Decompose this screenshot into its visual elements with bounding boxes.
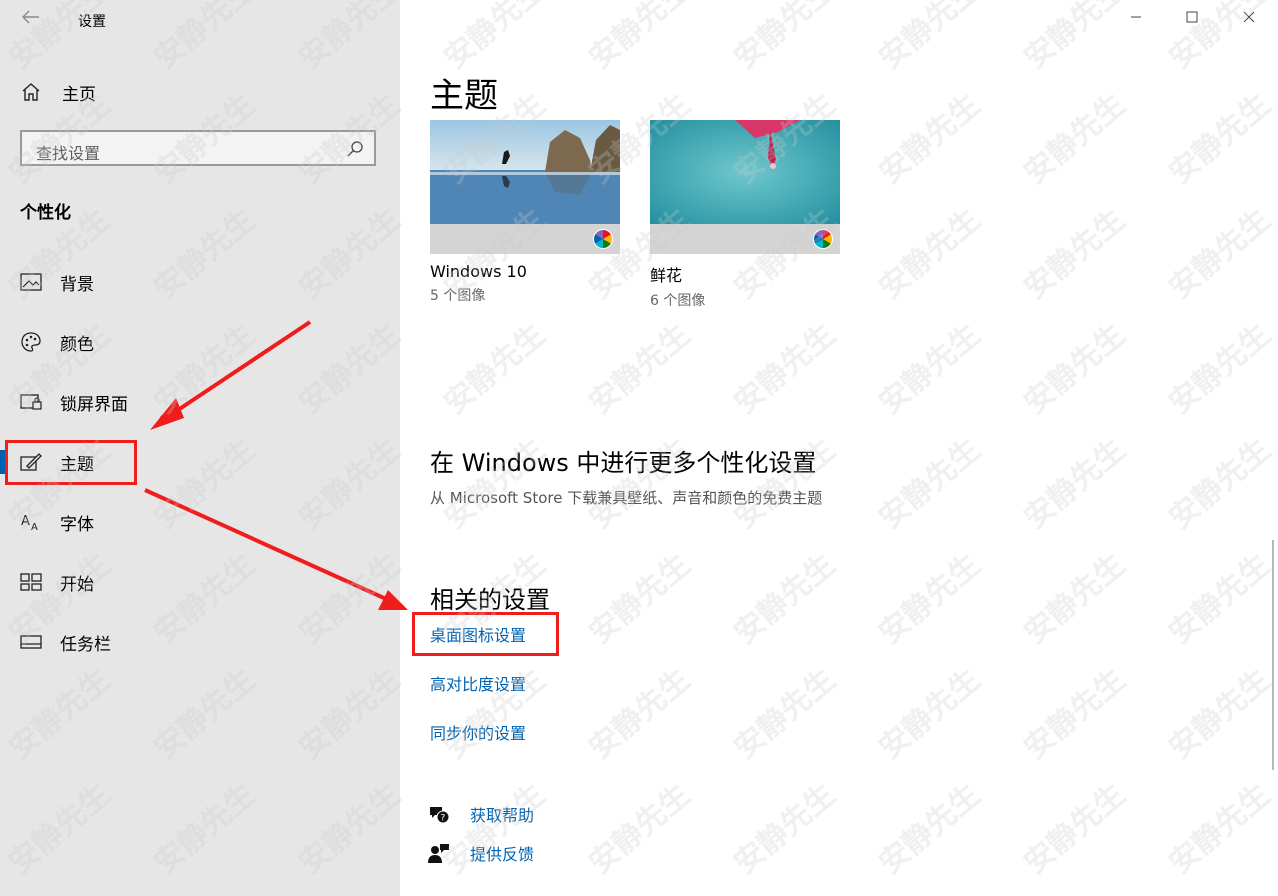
arrow-to-desktop-icons (144, 488, 396, 605)
arrow-head-theme (150, 398, 184, 430)
arrow-to-theme (155, 320, 312, 425)
arrow-head-desktop-icons (378, 590, 408, 610)
annotation-arrows (144, 320, 408, 610)
